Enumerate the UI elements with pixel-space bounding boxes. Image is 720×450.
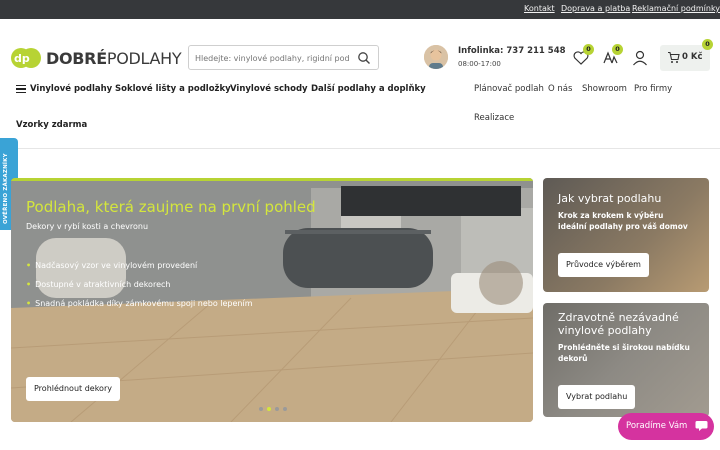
wishlist-badge: 0 — [583, 44, 594, 55]
person-icon — [424, 45, 448, 69]
promo-card-healthy-vinyl[interactable]: Zdravotně nezávadné vinylové podlahy Pro… — [543, 303, 709, 417]
card-desc-line: dekorů — [558, 354, 588, 363]
nav-soklove-listy[interactable]: Soklové lišty a podložky — [115, 84, 231, 94]
logo-text: DOBRÉPODLAHY — [46, 48, 182, 68]
slider-dot-active[interactable] — [267, 407, 271, 411]
bullet-dot-icon: • — [26, 261, 32, 270]
card-title-line: vinylové podlahy — [558, 324, 652, 337]
hero-bullet: • Nadčasový vzor ve vinylovém provedení — [26, 261, 198, 270]
guide-button[interactable]: Průvodce výběrem — [558, 253, 649, 277]
nav-vinylove-schody[interactable]: Vinylové schody — [230, 84, 308, 94]
search-icon[interactable] — [357, 51, 371, 65]
infoline-hours: 08:00-17:00 — [458, 60, 501, 68]
card-title-line: Zdravotně nezávadné — [558, 311, 679, 324]
hero-banner[interactable]: Podlaha, která zaujme na první pohled De… — [11, 178, 533, 422]
bullet-dot-icon: • — [26, 299, 32, 308]
choose-floor-button[interactable]: Vybrat podlahu — [558, 385, 636, 409]
hero-bullet: • Dostupné v atraktivních dekorech — [26, 280, 171, 289]
slider-dot[interactable] — [283, 407, 287, 411]
hero-cta-button[interactable]: Prohlédnout dekory — [26, 377, 120, 401]
logo-text-bold: DOBRÉ — [46, 48, 107, 68]
hero-title: Podlaha, která zaujme na první pohled — [26, 198, 316, 216]
card-desc-line: ideální podlahy pro váš domov — [558, 222, 688, 231]
hamburger-menu-icon[interactable] — [16, 85, 26, 93]
link-doprava-a-platba[interactable]: Doprava a platba — [561, 4, 630, 13]
nav-vinylove-podlahy[interactable]: Vinylové podlahy — [30, 84, 112, 94]
nav-realizace[interactable]: Realizace — [474, 113, 514, 123]
chat-bubble-icon — [695, 421, 708, 431]
bullet-dot-icon: • — [26, 280, 32, 289]
hero-subtitle: Dekory v rybí kosti a chevronu — [26, 222, 149, 231]
card-desc-line: Prohlédněte si širokou nabídku — [558, 343, 690, 352]
header: dp DOBRÉPODLAHY Infolinka: 737 211 548 0… — [0, 19, 720, 149]
nav-o-nas[interactable]: O nás — [548, 84, 572, 94]
slider-dot[interactable] — [275, 407, 279, 411]
user-icon[interactable] — [631, 49, 649, 67]
hero-bullet: • Snadná pokládka díky zámkovému spoji ne… — [26, 299, 253, 308]
infoline-phone[interactable]: Infolinka: 737 211 548 — [458, 46, 566, 56]
search-input[interactable] — [189, 47, 349, 70]
cart-badge: 0 — [702, 39, 713, 50]
svg-text:dp: dp — [14, 52, 30, 65]
search-box — [188, 45, 379, 70]
logo-text-thin: PODLAHY — [106, 48, 182, 68]
promo-card-choose-floor[interactable]: Jak vybrat podlahu Krok za krokem k výbě… — [543, 178, 709, 292]
link-reklamacni-podminky[interactable]: Reklamační podmínky — [632, 4, 720, 13]
compare-badge: 0 — [612, 44, 623, 55]
link-kontakt[interactable]: Kontakt — [524, 4, 555, 13]
nav-showroom[interactable]: Showroom — [582, 84, 627, 94]
slider-dot[interactable] — [259, 407, 263, 411]
cart-total: 0 Kč — [682, 52, 703, 62]
nav-dalsi-podlahy[interactable]: Další podlahy a doplňky — [311, 84, 426, 94]
cart-button[interactable]: 0 Kč 0 — [660, 39, 713, 71]
chat-widget-button[interactable]: Poradíme Vám — [618, 413, 714, 440]
top-bar: Kontakt Doprava a platba Reklamační podm… — [0, 0, 720, 19]
nav-vzorky-zdarma[interactable]: Vzorky zdarma — [16, 120, 87, 130]
verified-reviews-label: OVĚŘENO ZÁKAZNÍKY — [3, 153, 9, 224]
card-title: Jak vybrat podlahu — [558, 192, 662, 205]
support-avatar — [424, 45, 448, 69]
nav-planovac-podlah[interactable]: Plánovač podlah — [474, 84, 544, 94]
logo[interactable]: dp DOBRÉPODLAHY — [10, 47, 182, 69]
nav-pro-firmy[interactable]: Pro firmy — [634, 84, 672, 94]
card-desc-line: Krok za krokem k výběru — [558, 211, 664, 220]
chat-label: Poradíme Vám — [626, 421, 688, 431]
logo-mark-icon: dp — [11, 48, 41, 68]
hero-accent-line — [11, 178, 533, 181]
cart-icon — [668, 51, 680, 63]
